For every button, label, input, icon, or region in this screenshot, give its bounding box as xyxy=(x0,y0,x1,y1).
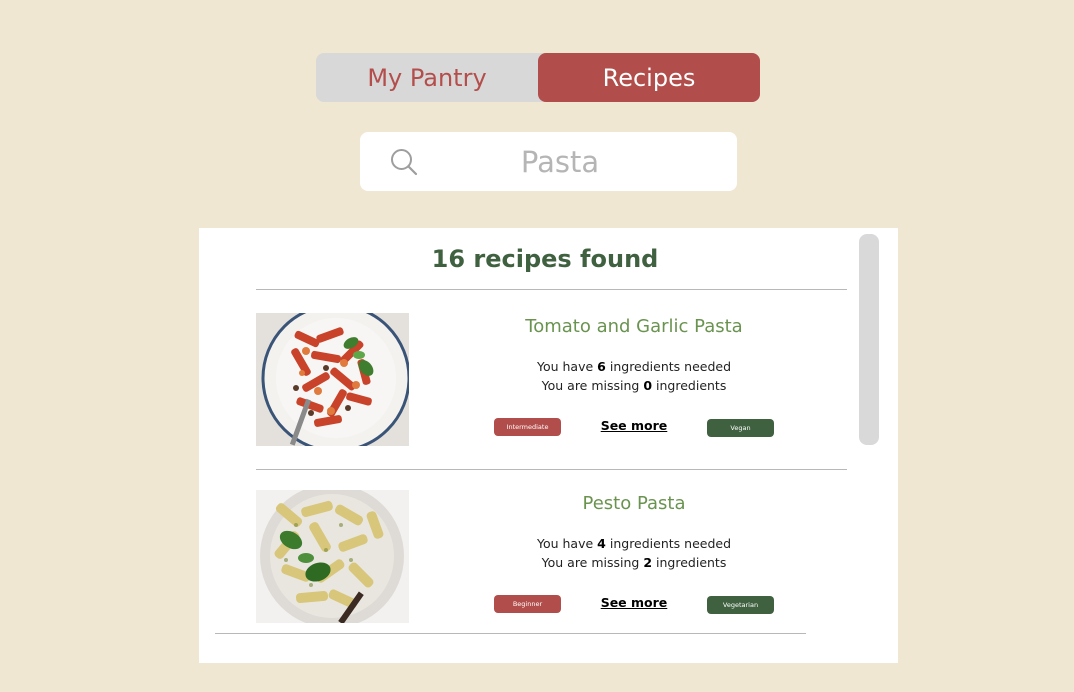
recipe-card: Pesto Pasta You have 4 ingredients neede… xyxy=(199,490,898,625)
ingredients-missing-text: You are missing 2 ingredients xyxy=(541,555,727,570)
difficulty-badge: Beginner xyxy=(494,595,561,613)
recipe-image-tomato-pasta[interactable] xyxy=(256,313,409,446)
recipe-card: Tomato and Garlic Pasta You have 6 ingre… xyxy=(199,313,898,448)
tab-recipes[interactable]: Recipes xyxy=(538,53,760,102)
recipe-title[interactable]: Tomato and Garlic Pasta xyxy=(459,316,809,337)
diet-badge: Vegetarian xyxy=(707,596,774,614)
see-more-link[interactable]: See more xyxy=(594,595,674,610)
ingredients-have-text: You have 4 ingredients needed xyxy=(536,536,732,551)
tab-bar: My Pantry Recipes xyxy=(316,53,760,102)
recipe-image-pesto-pasta[interactable] xyxy=(256,490,409,623)
see-more-link[interactable]: See more xyxy=(594,418,674,433)
divider xyxy=(256,289,847,290)
ingredients-have-text: You have 6 ingredients needed xyxy=(536,359,732,374)
recipe-title[interactable]: Pesto Pasta xyxy=(459,493,809,514)
divider xyxy=(215,633,806,634)
tab-my-pantry[interactable]: My Pantry xyxy=(316,53,538,102)
search-input[interactable] xyxy=(440,140,680,184)
diet-badge: Vegan xyxy=(707,419,774,437)
results-count-heading: 16 recipes found xyxy=(431,245,659,273)
search-bar xyxy=(360,132,737,191)
divider xyxy=(256,469,847,470)
ingredients-missing-text: You are missing 0 ingredients xyxy=(541,378,727,393)
difficulty-badge: Intermediate xyxy=(494,418,561,436)
search-icon[interactable] xyxy=(390,148,418,176)
results-panel: 16 recipes found Tomato and Garlic Pasta… xyxy=(199,228,898,663)
